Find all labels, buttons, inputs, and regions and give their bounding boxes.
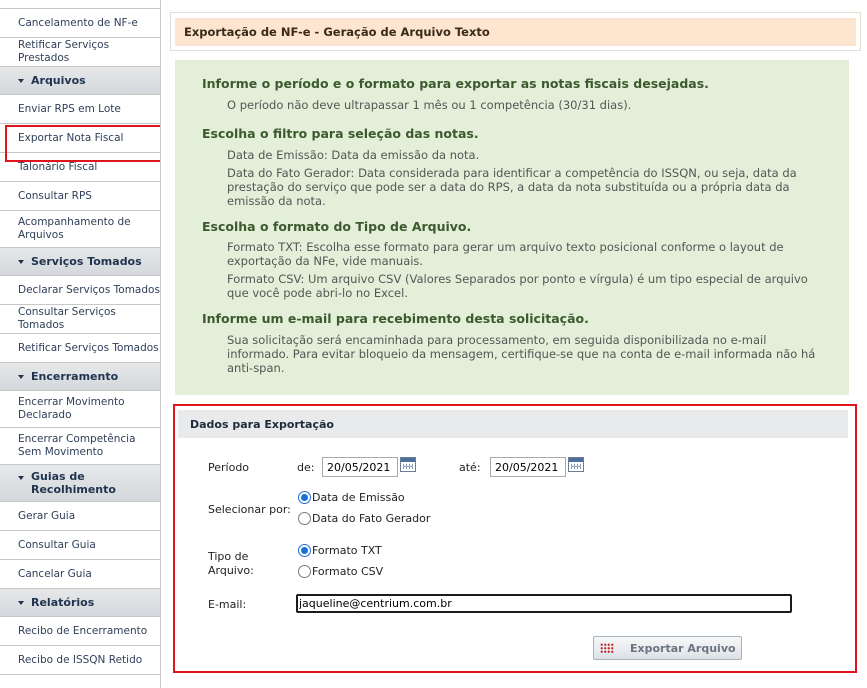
sidebar-item-label: Gerar Guia <box>18 509 76 522</box>
sidebar-section-encerramento[interactable]: Encerramento <box>0 363 160 391</box>
sidebar-item-label: Encerrar Competência Sem Movimento <box>18 433 136 458</box>
sidebar-item-declarar-servicos-tomados[interactable]: Declarar Serviços Tomados <box>0 276 160 305</box>
sidebar-item-cancelamento-nfe[interactable]: Cancelamento de NF-e <box>0 9 160 38</box>
export-grid-icon <box>600 643 614 653</box>
sidebar-section-label: Relatórios <box>31 596 95 609</box>
instruction-text-emissao: Data de Emissão: Data da emissão da nota… <box>227 148 480 162</box>
sidebar-item-label: Declarar Serviços Tomados <box>18 283 160 296</box>
sidebar-section-label: Guias de Recolhimento <box>31 470 116 496</box>
file-type-label-line1: Tipo de <box>208 550 249 563</box>
select-by-label: Selecionar por: <box>208 503 291 516</box>
caret-down-icon <box>18 259 24 264</box>
instruction-text-period: O período não deve ultrapassar 1 mês ou … <box>227 98 632 112</box>
instruction-text-email: Sua solicitação será encaminhada para pr… <box>227 333 816 375</box>
instruction-heading-format: Escolha o formato do Tipo de Arquivo. <box>202 219 472 234</box>
from-date-input[interactable] <box>322 457 398 477</box>
caret-down-icon <box>18 600 24 605</box>
sidebar-menu: Cancelamento de NF-e Retificar Serviços … <box>0 0 161 688</box>
sidebar-section-label: Arquivos <box>31 74 86 87</box>
radio-button[interactable] <box>298 565 311 578</box>
sidebar-item-label: Consultar Guia <box>18 538 96 551</box>
sidebar-item-retificar-servicos-prestados[interactable]: Retificar Serviços Prestados <box>0 38 160 67</box>
radio-data-fato-gerador[interactable]: Data do Fato Gerador <box>298 512 430 525</box>
sidebar-item-consultar-guia[interactable]: Consultar Guia <box>0 531 160 560</box>
sidebar-item-encerrar-competencia[interactable]: Encerrar Competência Sem Movimento <box>0 428 160 465</box>
page-root: Cancelamento de NF-e Retificar Serviços … <box>0 0 867 688</box>
sidebar-item-label: Cancelar Guia <box>18 567 92 580</box>
radio-label: Data do Fato Gerador <box>312 512 431 525</box>
email-input[interactable] <box>296 594 792 613</box>
sidebar-item-label: Consultar Serviços Tomados <box>18 306 116 331</box>
sidebar-item-label: Recibo de ISSQN Retido <box>18 653 143 666</box>
radio-formato-txt[interactable]: Formato TXT <box>298 544 382 557</box>
sidebar-section-label: Encerramento <box>31 370 119 383</box>
instruction-text-txt: Formato TXT: Escolha esse formato para g… <box>227 240 784 268</box>
from-label: de: <box>297 461 315 474</box>
sidebar-section-label: Serviços Tomados <box>31 255 142 268</box>
sidebar-item-label: Acompanhamento de Arquivos <box>18 216 131 241</box>
radio-button[interactable] <box>298 512 311 525</box>
radio-label: Data de Emissão <box>312 491 405 504</box>
period-label: Período <box>208 461 250 474</box>
export-form-header: Dados para Exportação <box>178 410 848 438</box>
sidebar-item-label: Retificar Serviços Prestados <box>18 39 110 64</box>
caret-down-icon <box>18 374 24 379</box>
sidebar-section-arquivos[interactable]: Arquivos <box>0 67 160 95</box>
sidebar-section-servicos-tomados[interactable]: Serviços Tomados <box>0 248 160 276</box>
export-form-highlight <box>173 404 857 673</box>
sidebar-item-consultar-rps[interactable]: Consultar RPS <box>0 182 160 211</box>
sidebar-item-acompanhamento-arquivos[interactable]: Acompanhamento de Arquivos <box>0 211 160 248</box>
instruction-heading-filter: Escolha o filtro para seleção das notas. <box>202 126 479 141</box>
sidebar-item-label: Enviar RPS em Lote <box>18 102 121 115</box>
sidebar-item-label: Consultar RPS <box>18 189 92 202</box>
sidebar-item-label: Retificar Serviços Tomados <box>18 341 159 354</box>
calendar-icon[interactable] <box>568 457 584 472</box>
sidebar-item-recibo-encerramento[interactable]: Recibo de Encerramento <box>0 617 160 646</box>
sidebar-item-encerrar-movimento[interactable]: Encerrar Movimento Declarado <box>0 391 160 428</box>
caret-down-icon <box>18 78 24 83</box>
sidebar-item-gerar-guia[interactable]: Gerar Guia <box>0 502 160 531</box>
sidebar-top-cut <box>0 0 160 9</box>
instruction-text-csv: Formato CSV: Um arquivo CSV (Valores Sep… <box>227 272 808 300</box>
sidebar-item-retificar-servicos-tomados[interactable]: Retificar Serviços Tomados <box>0 334 160 363</box>
sidebar-item-label: Exportar Nota Fiscal <box>18 131 124 144</box>
instruction-heading-period: Informe o período e o formato para expor… <box>202 76 709 91</box>
export-button-label: Exportar Arquivo <box>630 641 736 655</box>
calendar-icon[interactable] <box>400 457 416 472</box>
to-date-input[interactable] <box>490 457 566 477</box>
sidebar-section-guias[interactable]: Guias de Recolhimento <box>0 465 160 502</box>
export-file-button[interactable]: Exportar Arquivo <box>593 636 742 660</box>
page-title-bar: Exportação de NF-e - Geração de Arquivo … <box>170 12 861 51</box>
sidebar-section-relatorios[interactable]: Relatórios <box>0 589 160 617</box>
instructions-panel: Informe o período e o formato para expor… <box>175 60 849 395</box>
radio-label: Formato CSV <box>312 565 384 578</box>
instruction-heading-email: Informe um e-mail para recebimento desta… <box>202 311 589 326</box>
caret-down-icon <box>18 476 24 480</box>
radio-label: Formato TXT <box>312 544 382 557</box>
page-title: Exportação de NF-e - Geração de Arquivo … <box>175 18 856 46</box>
sidebar-item-label: Cancelamento de NF-e <box>18 16 138 29</box>
sidebar-item-talonario-fiscal[interactable]: Talonário Fiscal <box>0 153 160 182</box>
radio-button-checked[interactable] <box>298 544 311 557</box>
sidebar-item-exportar-nota-fiscal[interactable]: Exportar Nota Fiscal <box>0 124 160 162</box>
sidebar-item-recibo-issqn-retido[interactable]: Recibo de ISSQN Retido <box>0 646 160 675</box>
sidebar-item-consultar-servicos-tomados[interactable]: Consultar Serviços Tomados <box>0 305 160 334</box>
sidebar-item-cancelar-guia[interactable]: Cancelar Guia <box>0 560 160 589</box>
file-type-label-line2: Arquivo: <box>208 564 254 577</box>
sidebar-item-label: Talonário Fiscal <box>18 160 98 173</box>
to-label: até: <box>459 461 481 474</box>
sidebar-item-label: Encerrar Movimento Declarado <box>18 396 125 421</box>
radio-data-emissao[interactable]: Data de Emissão <box>298 491 405 504</box>
email-label: E-mail: <box>208 598 247 611</box>
sidebar-item-enviar-rps-lote[interactable]: Enviar RPS em Lote <box>0 95 160 124</box>
radio-formato-csv[interactable]: Formato CSV <box>298 565 383 578</box>
sidebar-item-label: Recibo de Encerramento <box>18 624 148 637</box>
radio-button-checked[interactable] <box>298 491 311 504</box>
instruction-text-fato-gerador: Data do Fato Gerador: Data considerada p… <box>227 166 797 208</box>
